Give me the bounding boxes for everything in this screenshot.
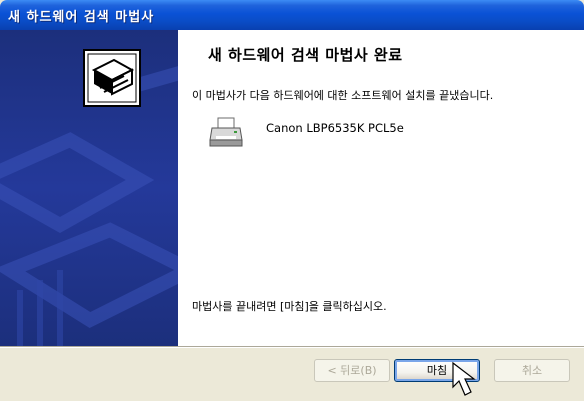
window-title: 새 하드웨어 검색 마법사 bbox=[8, 10, 155, 25]
device-name: Canon LBP6535K PCL5e bbox=[266, 121, 404, 135]
page-title: 새 하드웨어 검색 마법사 완료 bbox=[208, 46, 403, 64]
wizard-content: 새 하드웨어 검색 마법사 완료 이 마법사가 다음 하드웨어에 대한 소프트웨… bbox=[178, 30, 584, 346]
installed-device: Canon LBP6535K PCL5e bbox=[208, 116, 568, 156]
hardware-wizard-icon bbox=[83, 49, 141, 107]
printer-icon bbox=[209, 117, 243, 147]
wizard-window: 새 하드웨어 검색 마법사 새 하드웨어 검색 마법사 완료 이 마법사가 다음… bbox=[0, 0, 584, 401]
back-button[interactable]: < 뒤로(B) bbox=[314, 359, 390, 382]
mouse-cursor-icon bbox=[452, 361, 476, 396]
wizard-sidebar-graphic bbox=[0, 30, 178, 346]
button-bar: < 뒤로(B) 마침 취소 bbox=[0, 348, 584, 401]
title-bar[interactable]: 새 하드웨어 검색 마법사 bbox=[0, 0, 584, 30]
cancel-button[interactable]: 취소 bbox=[494, 359, 570, 382]
finish-instruction: 마법사를 끝내려면 [마침]을 클릭하십시오. bbox=[192, 300, 387, 313]
completion-description: 이 마법사가 다음 하드웨어에 대한 소프트웨어 설치를 끝냈습니다. bbox=[192, 89, 494, 102]
